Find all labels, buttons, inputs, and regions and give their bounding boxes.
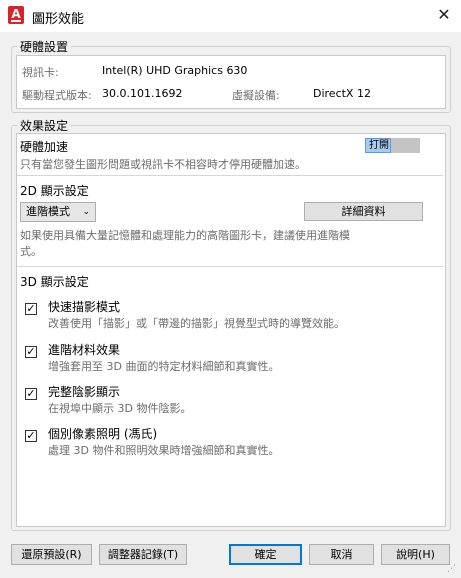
full-shadow-title: 完整陰影顯示	[48, 385, 121, 399]
full-shadow-checkbox[interactable]: ✓	[25, 388, 37, 400]
restore-defaults-button[interactable]: 還原預設(R)	[11, 544, 92, 565]
virtual-device-value: DirectX 12	[313, 87, 371, 100]
fast-shading-checkbox[interactable]: ✓	[25, 303, 37, 315]
hardware-legend: 硬體設置	[17, 38, 72, 55]
tuner-log-button[interactable]: 調整器記錄(T)	[99, 544, 187, 565]
autocad-logo-icon: A	[8, 6, 24, 24]
hw-accel-title: 硬體加速	[20, 140, 69, 154]
advanced-material-checkbox[interactable]: ✓	[25, 346, 37, 358]
details-button[interactable]: 詳細資料	[304, 202, 423, 221]
display-2d-mode-select[interactable]: 進階模式 ⌄	[20, 202, 96, 222]
display-2d-title: 2D 顯示設定	[20, 184, 89, 198]
per-pixel-lighting-title: 個別像素照明 (馮氏)	[48, 427, 158, 441]
resize-grip-icon[interactable]: ⋰	[447, 564, 457, 574]
virtual-device-label: 虛擬設備:	[232, 89, 280, 102]
window-title: 圖形效能	[32, 12, 85, 27]
per-pixel-lighting-checkbox[interactable]: ✓	[25, 430, 37, 442]
display-2d-description: 如果使用具備大量記憶體和處理能力的高階圖形卡，建議使用進階模式。	[20, 229, 350, 258]
fast-shading-title: 快速描影模式	[48, 300, 121, 314]
hw-accel-toggle[interactable]: 打開	[365, 138, 391, 153]
advanced-material-description: 增強套用至 3D 曲面的特定材料細節和真實性。	[48, 360, 280, 373]
fast-shading-description: 改善使用「描影」或「帶邊的描影」視覺型式時的導覽效能。	[48, 317, 345, 330]
driver-version-value: 30.0.101.1692	[102, 87, 183, 100]
per-pixel-lighting-description: 處理 3D 物件和照明效果時增強細節和真實性。	[48, 444, 280, 457]
advanced-material-title: 進階材料效果	[48, 343, 121, 357]
display-3d-title: 3D 顯示設定	[20, 275, 89, 289]
close-icon[interactable]: ✕	[434, 5, 454, 25]
help-button[interactable]: 說明(H)	[381, 544, 450, 565]
full-shadow-description: 在視埠中顯示 3D 物件陰影。	[48, 402, 192, 415]
divider	[17, 175, 443, 176]
cancel-button[interactable]: 取消	[309, 544, 374, 565]
chevron-down-icon: ⌄	[82, 207, 90, 217]
divider	[17, 266, 443, 267]
video-card-value: Intel(R) UHD Graphics 630	[102, 64, 248, 77]
ok-button[interactable]: 確定	[229, 544, 302, 565]
effects-legend: 效果設定	[17, 117, 72, 134]
video-card-label: 視訊卡:	[22, 66, 59, 79]
hw-accel-description: 只有當您發生圖形問題或視訊卡不相容時才停用硬體加速。	[20, 158, 306, 171]
driver-version-label: 驅動程式版本:	[22, 89, 92, 102]
display-2d-mode-value: 進階模式	[26, 205, 70, 218]
